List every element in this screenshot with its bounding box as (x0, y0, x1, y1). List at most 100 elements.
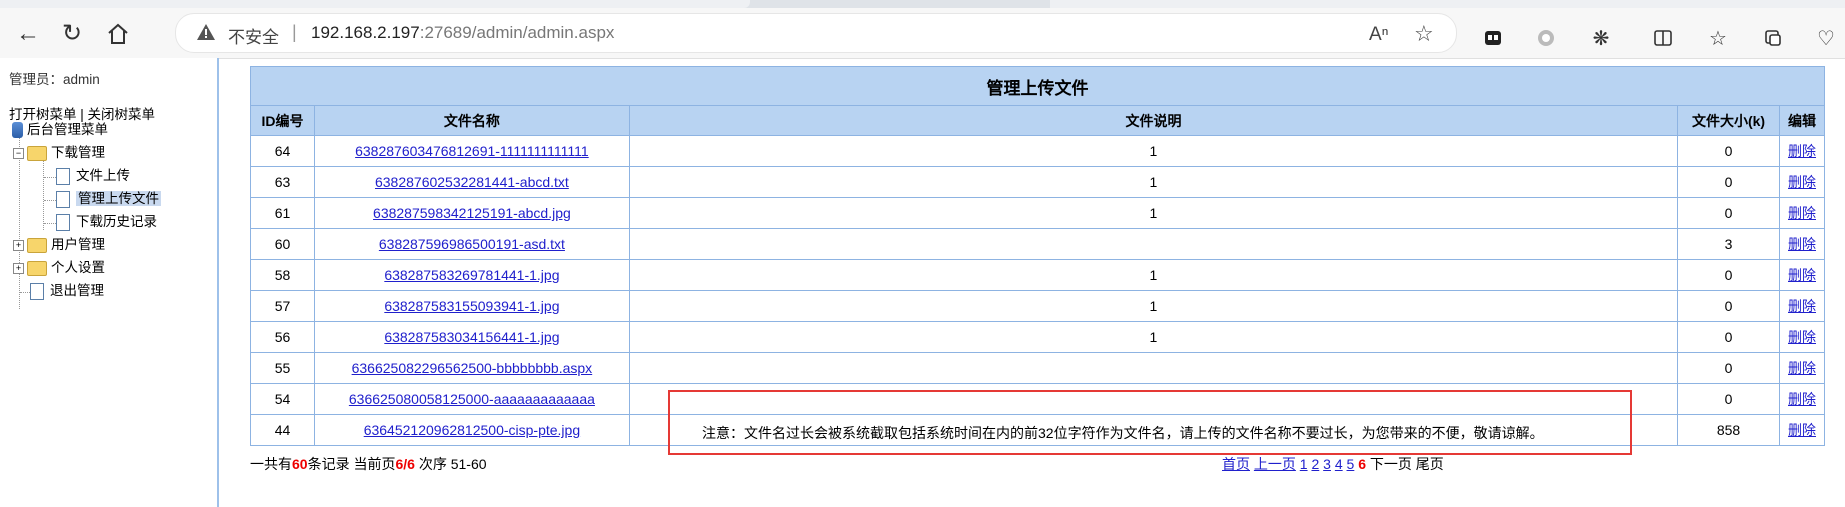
tree-root[interactable]: 后台管理菜单 (12, 120, 108, 140)
description-cell: 1 (628, 259, 1679, 291)
filename-cell: 638287602532281441-abcd.txt (313, 166, 630, 198)
id-cell: 64 (250, 135, 315, 167)
record-range: 次序 51-60 (414, 456, 487, 472)
folder-open-icon (27, 145, 47, 161)
tree-node-logout[interactable]: 退出管理 (30, 281, 104, 301)
delete-link[interactable]: 删除 (1788, 391, 1816, 407)
expand-icon[interactable]: + (13, 239, 24, 251)
filename-link[interactable]: 636625082296562500-bbbbbbbb.aspx (352, 360, 593, 376)
action-cell: 删除 (1779, 383, 1825, 415)
admin-label: 管理员：admin (9, 72, 100, 87)
insecure-label: 不安全 (228, 28, 279, 47)
delete-link[interactable]: 删除 (1788, 236, 1816, 252)
page-link[interactable]: 1 (1300, 456, 1308, 472)
filename-link[interactable]: 636452120962812500-cisp-pte.jpg (364, 422, 580, 438)
filename-link[interactable]: 638287596986500191-asd.txt (379, 236, 565, 252)
action-cell: 删除 (1779, 228, 1825, 260)
back-icon[interactable]: ← (14, 20, 42, 48)
page-link[interactable]: 3 (1323, 456, 1331, 472)
tree-node-label: 用户管理 (51, 237, 105, 252)
delete-link[interactable]: 删除 (1788, 267, 1816, 283)
heart-pulse-icon[interactable]: ♡ (1815, 28, 1837, 50)
filename-link[interactable]: 638287583034156441-1.jpg (384, 329, 559, 345)
browser-tab[interactable] (0, 0, 750, 8)
id-cell: 63 (250, 166, 315, 198)
warning-icon (197, 24, 215, 40)
first-page-link[interactable]: 首页 (1222, 456, 1250, 472)
refresh-icon[interactable]: ↻ (58, 20, 86, 48)
delete-link[interactable]: 删除 (1788, 143, 1816, 159)
column-header: 文件说明 (628, 105, 1679, 136)
read-aloud-icon[interactable]: Aⁿ (1369, 24, 1389, 46)
table-row: 61 638287598342125191-abcd.jpg 1 0 删除 (250, 197, 1825, 229)
id-cell: 61 (250, 197, 315, 229)
tree-node-download-history[interactable]: 下载历史记录 (56, 212, 157, 232)
main-content: 管理上传文件 ID编号 文件名称 文件说明 文件大小(k) 编辑 64 63828… (250, 66, 1825, 446)
expand-icon[interactable]: + (13, 262, 24, 274)
current-page-indicator: 6/6 (395, 456, 415, 472)
address-bar[interactable]: 不安全 | 192.168.2.197:27689/admin/admin.as… (175, 13, 1457, 53)
page-icon (56, 190, 70, 208)
record-summary: 一共有60条记录 当前页6/6 次序 51-60 (250, 454, 487, 474)
total-count: 60 (292, 456, 308, 472)
summary-text: 条记录 当前页 (307, 456, 396, 472)
filename-link[interactable]: 638287583155093941-1.jpg (384, 298, 559, 314)
action-cell: 删除 (1779, 197, 1825, 229)
tree-node-label: 下载历史记录 (76, 214, 157, 229)
size-cell: 0 (1677, 166, 1780, 198)
browser-toolbar: ← ↻ 不安全 | 192.168.2.197:27689/admin/admi… (0, 8, 1845, 59)
url-text[interactable]: 192.168.2.197:27689/admin/admin.aspx (311, 23, 614, 43)
tree-node-file-upload[interactable]: 文件上传 (56, 166, 130, 186)
page-link[interactable]: 4 (1335, 456, 1343, 472)
delete-link[interactable]: 删除 (1788, 298, 1816, 314)
delete-link[interactable]: 删除 (1788, 422, 1816, 438)
size-cell: 0 (1677, 259, 1780, 291)
browser-tab[interactable] (1050, 0, 1845, 8)
page-link[interactable]: 2 (1311, 456, 1319, 472)
circle-extension-icon[interactable] (1535, 28, 1557, 50)
tree-node-user-management[interactable]: + 用户管理 (13, 235, 105, 255)
filename-cell: 638287583269781441-1.jpg (313, 259, 630, 291)
tree-root-label: 后台管理菜单 (27, 122, 108, 137)
table-row: 60 638287596986500191-asd.txt 3 删除 (250, 228, 1825, 260)
files-table: 管理上传文件 ID编号 文件名称 文件说明 文件大小(k) 编辑 64 63828… (250, 66, 1825, 446)
tree-line (44, 223, 56, 224)
favorite-star-icon[interactable]: ☆ (1414, 21, 1434, 47)
page-icon (30, 282, 44, 300)
table-header-row: ID编号 文件名称 文件说明 文件大小(k) 编辑 (250, 105, 1825, 136)
filename-link[interactable]: 636625080058125000-aaaaaaaaaaaaa (349, 391, 595, 407)
tree-node-label: 个人设置 (51, 260, 105, 275)
page-icon (56, 213, 70, 231)
split-screen-icon[interactable] (1652, 28, 1674, 50)
description-cell: 1 (628, 166, 1679, 198)
filename-cell: 638287598342125191-abcd.jpg (313, 197, 630, 229)
prev-page-link[interactable]: 上一页 (1254, 456, 1296, 472)
tree-node-personal-settings[interactable]: + 个人设置 (13, 258, 105, 278)
favorites-icon[interactable]: ☆ (1707, 28, 1729, 50)
filename-link[interactable]: 638287583269781441-1.jpg (384, 267, 559, 283)
action-cell: 删除 (1779, 352, 1825, 384)
id-cell: 57 (250, 290, 315, 322)
collapse-icon[interactable]: − (13, 147, 24, 159)
url-host: 192.168.2.197 (311, 23, 420, 42)
tree-node-manage-uploads[interactable]: 管理上传文件 (56, 189, 161, 209)
table-row: 55 636625082296562500-bbbbbbbb.aspx 0 删除 (250, 352, 1825, 384)
extension-icon[interactable] (1482, 28, 1504, 50)
delete-link[interactable]: 删除 (1788, 205, 1816, 221)
database-icon (12, 122, 23, 139)
filename-link[interactable]: 638287598342125191-abcd.jpg (373, 205, 571, 221)
page-link[interactable]: 5 (1347, 456, 1355, 472)
action-cell: 删除 (1779, 414, 1825, 446)
delete-link[interactable]: 删除 (1788, 174, 1816, 190)
tree-node-download-management[interactable]: − 下载管理 (13, 143, 105, 163)
action-cell: 删除 (1779, 290, 1825, 322)
home-icon[interactable] (104, 20, 132, 48)
collections-icon[interactable] (1762, 28, 1784, 50)
filename-link[interactable]: 638287602532281441-abcd.txt (375, 174, 569, 190)
delete-link[interactable]: 删除 (1788, 360, 1816, 376)
filename-link[interactable]: 638287603476812691-1111111111111 (355, 143, 589, 159)
sidebar: 管理员：admin 打开树菜单 | 关闭树菜单 后台管理菜单 − 下载管理 文件上… (0, 58, 219, 507)
delete-link[interactable]: 删除 (1788, 329, 1816, 345)
action-cell: 删除 (1779, 166, 1825, 198)
puzzle-icon[interactable]: ❋ (1590, 28, 1612, 50)
